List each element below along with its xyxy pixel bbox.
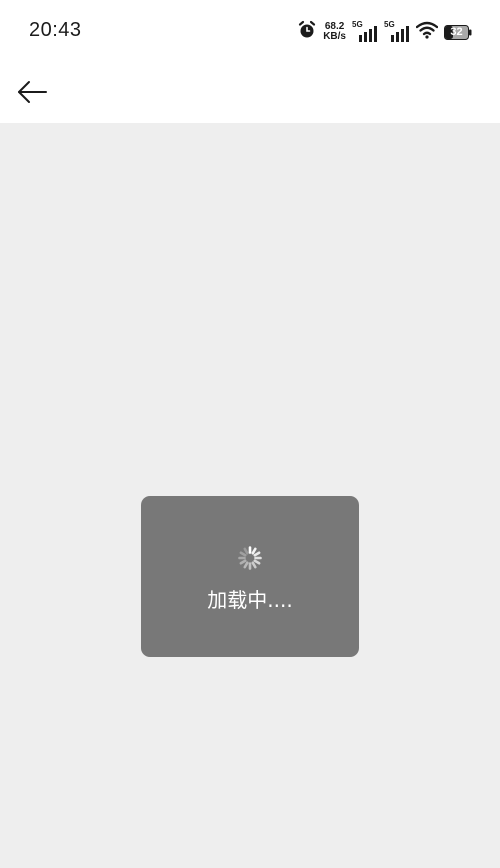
loading-text: 加载中.... <box>207 588 293 612</box>
loading-dialog: 加载中.... <box>141 496 359 657</box>
sim1-signal: 5G <box>352 20 378 44</box>
spinner-icon <box>238 546 262 570</box>
battery-icon: 32 <box>444 24 472 40</box>
alarm-icon <box>297 20 317 44</box>
network-speed: 68.2 KB/s <box>323 22 346 42</box>
signal-icon <box>359 26 377 42</box>
back-button[interactable] <box>10 72 54 112</box>
wifi-icon <box>415 21 439 43</box>
status-bar: 20:43 68.2 KB/s 5G 5G 32 <box>0 0 500 62</box>
status-icons: 68.2 KB/s 5G 5G 32 <box>297 18 472 46</box>
status-time: 20:43 <box>29 19 82 41</box>
screen: 20:43 68.2 KB/s 5G 5G 32 加载中.... <box>0 0 500 868</box>
battery-level: 32 <box>450 25 463 38</box>
app-bar <box>0 62 500 123</box>
arrow-left-icon <box>18 81 47 103</box>
network-speed-unit: KB/s <box>323 31 346 42</box>
sim2-signal: 5G <box>384 20 410 44</box>
signal-icon <box>391 26 409 42</box>
